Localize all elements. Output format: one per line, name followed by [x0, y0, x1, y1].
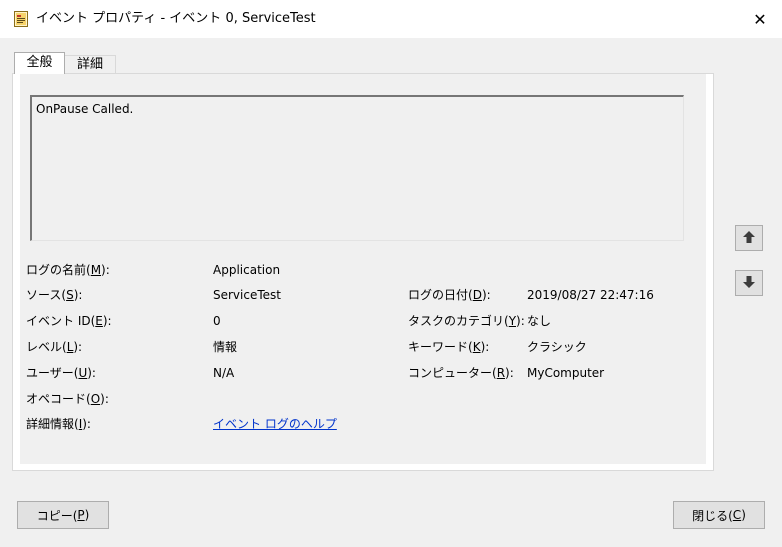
value-level: 情報 — [213, 340, 238, 354]
arrow-down-icon — [742, 275, 756, 292]
label-keywords: キーワード(K): — [408, 340, 490, 354]
label-user: ユーザー(U): — [26, 366, 96, 380]
event-log-help-link[interactable]: イベント ログのヘルプ — [213, 417, 337, 431]
window-title: イベント プロパティ - イベント 0, ServiceTest — [36, 11, 316, 26]
label-source: ソース(S): — [26, 288, 83, 302]
previous-event-button[interactable] — [735, 225, 763, 251]
value-user: N/A — [213, 366, 235, 380]
label-logged: ログの日付(D): — [408, 288, 491, 302]
value-task-category: なし — [527, 314, 552, 328]
tab-details[interactable]: 詳細 — [64, 55, 116, 74]
value-source: ServiceTest — [213, 288, 281, 302]
label-task-category: タスクのカテゴリ(Y): — [408, 314, 525, 328]
label-log-name: ログの名前(M): — [26, 263, 110, 277]
next-event-button[interactable] — [735, 270, 763, 296]
label-event-id: イベント ID(E): — [26, 314, 112, 328]
event-properties-window: イベント プロパティ - イベント 0, ServiceTest ✕ 全般 詳細… — [0, 0, 782, 547]
arrow-up-icon — [742, 230, 756, 247]
value-event-id: 0 — [213, 314, 221, 328]
event-viewer-icon — [14, 11, 28, 27]
label-level: レベル(L): — [26, 340, 83, 354]
value-keywords: クラシック — [527, 340, 587, 354]
event-message-text[interactable]: OnPause Called. — [30, 95, 684, 241]
close-button[interactable]: 閉じる(C) — [673, 501, 765, 529]
value-logged: 2019/08/27 22:47:16 — [527, 288, 654, 302]
copy-button[interactable]: コピー(P) — [17, 501, 109, 529]
tab-general[interactable]: 全般 — [14, 52, 65, 74]
value-log-name: Application — [213, 263, 281, 277]
label-computer: コンピューター(R): — [408, 366, 514, 380]
tab-general-label: 全般 — [26, 55, 53, 70]
message-text: OnPause Called. — [36, 102, 134, 116]
value-computer: MyComputer — [527, 366, 605, 380]
tab-details-label: 詳細 — [76, 57, 103, 72]
label-more-info: 詳細情報(I): — [26, 417, 91, 431]
title-bar: イベント プロパティ - イベント 0, ServiceTest ✕ — [0, 0, 782, 38]
label-opcode: オペコード(O): — [26, 392, 109, 406]
close-icon: ✕ — [753, 9, 767, 29]
close-window-button[interactable]: ✕ — [742, 3, 778, 35]
